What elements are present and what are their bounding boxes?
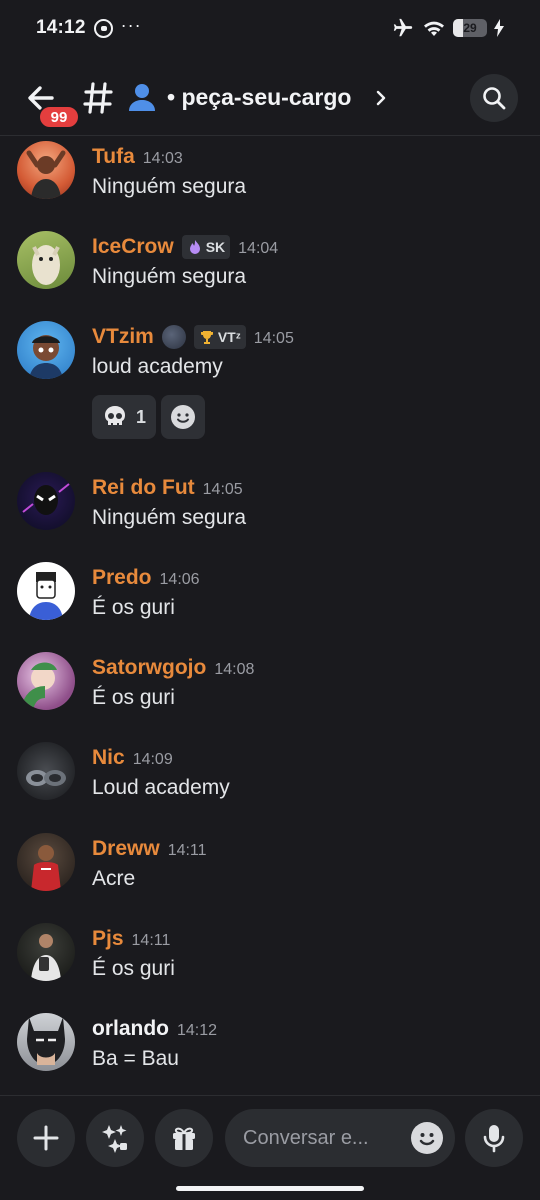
gift-button[interactable] <box>155 1109 213 1167</box>
message-text: Ninguém segura <box>92 265 247 288</box>
message-text: Ninguém segura <box>92 506 247 529</box>
channel-header: 99 • peça-seu-cargo <box>0 62 540 136</box>
message-meta: Dreww 14:11 <box>92 837 207 861</box>
timestamp: 14:11 <box>167 842 207 859</box>
timestamp: 14:04 <box>238 240 279 257</box>
add-reaction-button[interactable] <box>161 395 205 439</box>
airplane-icon <box>393 18 413 37</box>
whatsapp-icon <box>93 18 113 38</box>
avatar[interactable] <box>17 472 75 530</box>
emoji-add-icon <box>171 405 195 429</box>
battery-icon: 29 <box>453 19 487 37</box>
timestamp: 14:06 <box>159 571 200 588</box>
emoji-icon[interactable] <box>411 1122 443 1154</box>
avatar[interactable] <box>17 652 75 710</box>
username[interactable]: Satorwgojo <box>92 656 206 680</box>
gift-icon <box>173 1127 195 1150</box>
username[interactable]: orlando <box>92 1017 169 1041</box>
status-bar: 14:12 ··· 29 <box>0 0 540 56</box>
timestamp: 14:11 <box>131 932 171 949</box>
timestamp: 14:05 <box>202 481 243 498</box>
timestamp: 14:09 <box>132 751 173 768</box>
username[interactable]: Predo <box>92 566 152 590</box>
message-composer <box>0 1095 540 1200</box>
message-text: Ninguém segura <box>92 175 247 198</box>
reaction-skull[interactable]: 1 <box>92 395 156 439</box>
timestamp: 14:12 <box>177 1022 218 1039</box>
timestamp: 14:05 <box>253 330 294 347</box>
username[interactable]: Nic <box>92 746 125 770</box>
timestamp: 14:03 <box>142 150 183 167</box>
charging-bolt-icon <box>494 19 504 37</box>
timestamp: 14:08 <box>214 661 255 678</box>
avatar[interactable] <box>17 1013 75 1071</box>
message-text: É os guri <box>92 596 175 619</box>
channel-title[interactable]: • peça-seu-cargo <box>167 84 351 111</box>
message-text: Ba = Bau <box>92 1047 179 1070</box>
username[interactable]: Rei do Fut <box>92 476 195 500</box>
trophy-icon <box>200 331 213 344</box>
more-dots-icon: ··· <box>120 15 142 35</box>
avatar[interactable] <box>17 833 75 891</box>
globe-icon <box>161 325 186 349</box>
reaction-count: 1 <box>135 406 146 427</box>
username[interactable]: IceCrow <box>92 235 174 259</box>
sparkle-apps-icon <box>102 1125 127 1153</box>
avatar[interactable] <box>17 141 75 199</box>
server-tag-label: VTᶻ <box>217 329 241 345</box>
message-meta: Predo 14:06 <box>92 566 200 590</box>
message-text: É os guri <box>92 686 175 709</box>
avatar[interactable] <box>17 231 75 289</box>
microphone-icon <box>483 1125 505 1153</box>
message-text: loud academy <box>92 355 223 378</box>
message-meta: Nic 14:09 <box>92 746 173 770</box>
avatar[interactable] <box>17 321 75 379</box>
battery-level: 29 <box>463 21 477 35</box>
skull-icon <box>104 406 125 425</box>
voice-button[interactable] <box>465 1109 523 1167</box>
hash-icon <box>83 82 113 114</box>
message-text: É os guri <box>92 957 175 980</box>
message-text: Acre <box>92 867 136 890</box>
search-button[interactable] <box>470 74 518 122</box>
username[interactable]: VTzim <box>92 325 154 349</box>
message-input-wrap <box>225 1109 455 1167</box>
message-input[interactable] <box>243 1109 403 1167</box>
message-meta: orlando 14:12 <box>92 1017 217 1041</box>
plus-icon <box>33 1125 59 1151</box>
username[interactable]: Dreww <box>92 837 160 861</box>
server-tag[interactable]: VTᶻ <box>193 325 246 349</box>
message-meta: Rei do Fut 14:05 <box>92 476 243 500</box>
chevron-right-icon[interactable] <box>374 88 388 108</box>
username[interactable]: Tufa <box>92 145 135 169</box>
attach-button[interactable] <box>17 1109 75 1167</box>
server-tag[interactable]: SK <box>181 235 231 259</box>
wifi-icon <box>424 21 444 36</box>
message-meta: Tufa 14:03 <box>92 145 183 169</box>
message-meta: IceCrow SK 14:04 <box>92 235 278 259</box>
apps-button[interactable] <box>86 1109 144 1167</box>
message-meta: Satorwgojo 14:08 <box>92 656 254 680</box>
title-dot: • <box>167 84 176 110</box>
home-indicator[interactable] <box>176 1186 364 1191</box>
avatar[interactable] <box>17 742 75 800</box>
message-meta: VTzim VTᶻ 14:05 <box>92 325 294 349</box>
search-icon <box>483 87 506 110</box>
channel-name: peça-seu-cargo <box>181 84 352 110</box>
avatar[interactable] <box>17 923 75 981</box>
message-meta: Pjs 14:11 <box>92 927 170 951</box>
status-time: 14:12 <box>36 17 86 38</box>
server-tag-label: SK <box>205 239 226 255</box>
purple-flame-icon <box>189 240 200 254</box>
avatar[interactable] <box>17 562 75 620</box>
message-text: Loud academy <box>92 776 230 799</box>
message-list[interactable]: Tufa 14:03 Ninguém segura IceCrow SK 14:… <box>0 137 540 1095</box>
unread-badge: 99 <box>38 105 80 129</box>
user-icon <box>129 84 155 111</box>
username[interactable]: Pjs <box>92 927 124 951</box>
